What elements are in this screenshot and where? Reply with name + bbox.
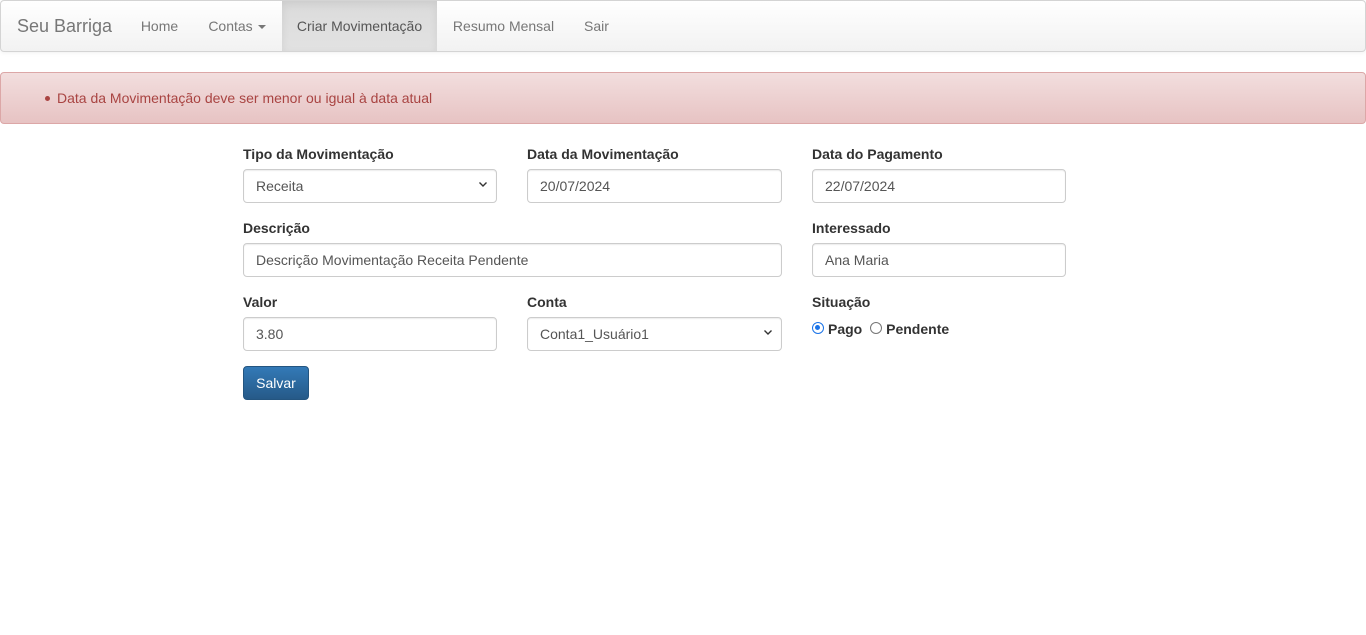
brand-link[interactable]: Seu Barriga	[17, 1, 112, 51]
tipo-select-value: Receita	[256, 178, 304, 194]
valor-input[interactable]: 3.80	[243, 317, 497, 351]
chevron-down-icon	[479, 182, 487, 187]
radio-pago-label[interactable]: Pago	[828, 321, 862, 337]
nav-sair[interactable]: Sair	[570, 1, 623, 51]
tipo-select[interactable]: Receita	[243, 169, 497, 203]
chevron-down-icon	[764, 330, 772, 335]
salvar-button[interactable]: Salvar	[243, 366, 309, 400]
data-pagamento-value: 22/07/2024	[825, 178, 896, 194]
data-movimentacao-value: 20/07/2024	[540, 178, 611, 194]
situacao-radio-group: Pago Pendente	[812, 320, 953, 338]
nav-sair-label: Sair	[584, 18, 609, 34]
radio-pendente-label[interactable]: Pendente	[886, 321, 949, 337]
conta-select-value: Conta1_Usuário1	[540, 326, 649, 342]
descricao-input[interactable]: Descrição Movimentação Receita Pendente	[243, 243, 782, 277]
error-message: Data da Movimentação deve ser menor ou i…	[45, 90, 432, 106]
descricao-value: Descrição Movimentação Receita Pendente	[256, 252, 529, 268]
interessado-label: Interessado	[812, 220, 891, 236]
nav-criar-movimentacao-label: Criar Movimentação	[296, 18, 423, 34]
nav-contas-dropdown[interactable]: Contas	[193, 1, 281, 51]
radio-pago[interactable]	[812, 322, 824, 335]
data-movimentacao-input[interactable]: 20/07/2024	[527, 169, 782, 203]
tipo-label: Tipo da Movimentação	[243, 146, 394, 162]
data-pagamento-input[interactable]: 22/07/2024	[812, 169, 1066, 203]
data-pagamento-label: Data do Pagamento	[812, 146, 943, 162]
nav-criar-movimentacao[interactable]: Criar Movimentação	[282, 1, 437, 51]
descricao-label: Descrição	[243, 220, 310, 236]
error-alert: Data da Movimentação deve ser menor ou i…	[0, 72, 1366, 124]
data-movimentacao-label: Data da Movimentação	[527, 146, 679, 162]
error-message-text: Data da Movimentação deve ser menor ou i…	[57, 90, 433, 106]
nav-home-label: Home	[140, 18, 179, 34]
nav-home[interactable]: Home	[127, 1, 192, 51]
caret-down-icon	[257, 25, 266, 30]
conta-select[interactable]: Conta1_Usuário1	[527, 317, 782, 351]
interessado-value: Ana Maria	[825, 252, 889, 268]
conta-label: Conta	[527, 294, 567, 310]
radio-pendente[interactable]	[870, 322, 883, 335]
navbar: Seu Barriga Home Contas Criar Movimentaç…	[0, 0, 1366, 52]
nav-resumo-mensal-label: Resumo Mensal	[452, 18, 555, 34]
valor-value: 3.80	[256, 326, 284, 342]
nav-contas-label: Contas	[208, 18, 253, 34]
interessado-input[interactable]: Ana Maria	[812, 243, 1066, 277]
nav-resumo-mensal[interactable]: Resumo Mensal	[438, 1, 569, 51]
situacao-label: Situação	[812, 294, 871, 310]
valor-label: Valor	[243, 294, 278, 310]
bullet-icon	[45, 95, 50, 101]
